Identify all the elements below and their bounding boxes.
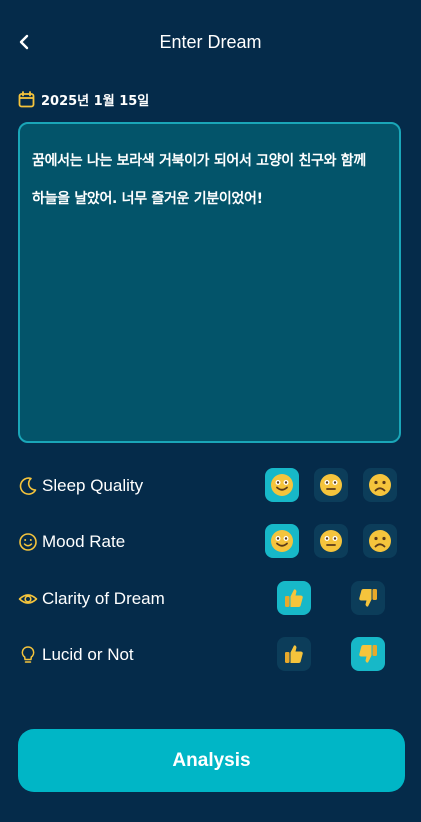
clarity-thumbs-up-button[interactable]	[277, 581, 311, 615]
lucid-thumbs-up-button[interactable]	[277, 637, 311, 671]
thumbs-down-icon	[359, 589, 377, 607]
sad-face-icon	[369, 530, 391, 552]
moon-icon	[19, 477, 37, 495]
dream-text: 꿈에서는 나는 보라색 거북이가 되어서 고양이 친구와 함께 하늘을 날았어.…	[32, 153, 366, 207]
clarity-label: Clarity of Dream	[42, 589, 165, 608]
calendar-icon	[18, 90, 35, 107]
sleep-quality-happy-button[interactable]	[265, 468, 299, 502]
lucid-thumbs-down-button[interactable]	[351, 637, 385, 671]
sleep-quality-row: Sleep Quality	[18, 468, 401, 508]
analysis-button[interactable]: Analysis	[18, 729, 405, 792]
mood-rate-row: Mood Rate	[18, 524, 401, 564]
sleep-quality-sad-button[interactable]	[363, 468, 397, 502]
thumbs-down-icon	[359, 645, 377, 663]
date-row: 2025년 1월 15일	[18, 88, 149, 110]
happy-face-icon	[271, 474, 293, 496]
mood-rate-happy-button[interactable]	[265, 524, 299, 558]
lucid-label: Lucid or Not	[42, 645, 134, 664]
lightbulb-icon	[21, 646, 35, 663]
neutral-face-icon	[320, 474, 342, 496]
sleep-quality-label: Sleep Quality	[42, 476, 144, 495]
dream-textarea[interactable]: 꿈에서는 나는 보라색 거북이가 되어서 고양이 친구와 함께 하늘을 날았어.…	[18, 122, 401, 443]
neutral-face-icon	[320, 530, 342, 552]
lucid-label-group: Lucid or Not	[18, 645, 134, 665]
smile-outline-icon	[19, 533, 37, 551]
sleep-quality-neutral-button[interactable]	[314, 468, 348, 502]
lucid-row: Lucid or Not	[18, 637, 401, 677]
happy-face-icon	[271, 530, 293, 552]
sleep-quality-label-group: Sleep Quality	[18, 476, 143, 496]
sad-face-icon	[369, 474, 391, 496]
clarity-row: Clarity of Dream	[18, 581, 401, 621]
mood-rate-label: Mood Rate	[42, 532, 126, 551]
eye-icon	[18, 594, 38, 604]
page-title: Enter Dream	[159, 32, 262, 52]
header: Enter Dream	[0, 0, 421, 86]
clarity-thumbs-down-button[interactable]	[351, 581, 385, 615]
clarity-label-group: Clarity of Dream	[18, 589, 165, 609]
mood-rate-sad-button[interactable]	[363, 524, 397, 558]
thumbs-up-icon	[285, 589, 303, 607]
date-text: 2025년 1월 15일	[41, 93, 150, 109]
mood-rate-label-group: Mood Rate	[18, 532, 125, 552]
mood-rate-neutral-button[interactable]	[314, 524, 348, 558]
thumbs-up-icon	[285, 645, 303, 663]
